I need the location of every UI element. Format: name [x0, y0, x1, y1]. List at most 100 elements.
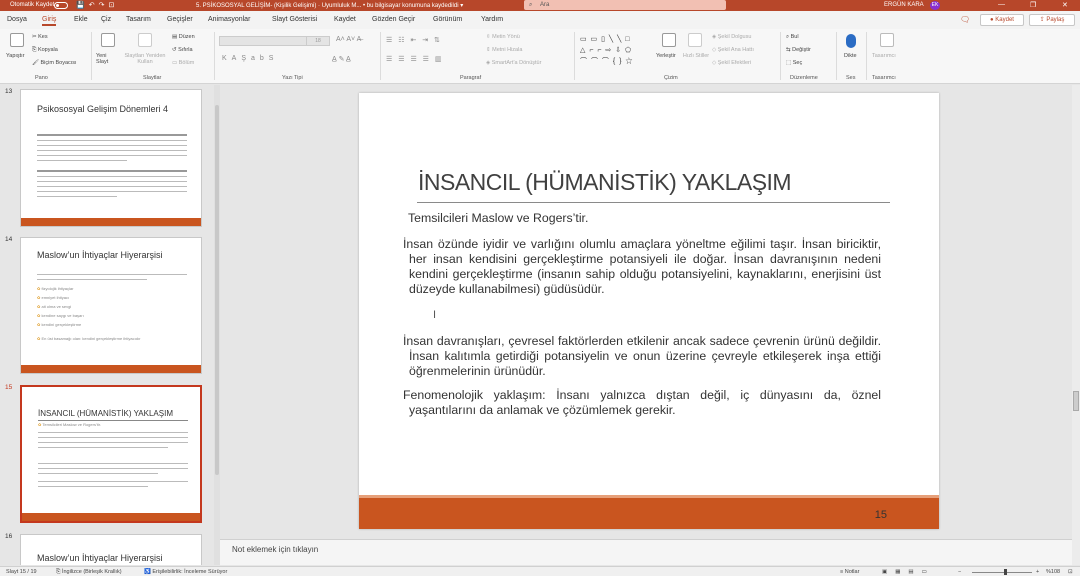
- language-status[interactable]: ⎘ İngilizce (Birleşik Krallık): [56, 569, 122, 576]
- slide-footer-bar: 15: [359, 495, 939, 529]
- fit-slide-icon[interactable]: ⊡: [1068, 569, 1073, 575]
- notes-button[interactable]: ≡ Notlar: [840, 569, 859, 575]
- smartart-button[interactable]: ◈ SmartArt'a Dönüştür: [486, 60, 541, 66]
- thumbnail-footer-bar: [22, 513, 200, 521]
- accessibility-status[interactable]: ♿ Erişilebilirlik: İnceleme Sürüyor: [144, 569, 227, 575]
- search-placeholder: Ara: [540, 2, 550, 8]
- arrange-icon[interactable]: [662, 33, 676, 47]
- notes-pane[interactable]: Not eklemek için tıklayın: [220, 539, 1072, 565]
- thumbnail-text: [37, 279, 147, 280]
- avatar[interactable]: EK: [930, 1, 940, 10]
- slide-paragraph-2[interactable]: İnsan özünde iyidir ve varlığını olumlu …: [403, 237, 881, 297]
- view-buttons[interactable]: ▣▦▤▭: [882, 569, 935, 575]
- replace-button[interactable]: ⇆ Değiştir: [786, 47, 811, 53]
- cut-label: Kes: [38, 34, 48, 40]
- text-direction-button[interactable]: ⇳ Metin Yönü: [486, 34, 520, 40]
- editor-scrollbar[interactable]: [1072, 85, 1080, 565]
- arrange-button[interactable]: Yerleştir: [656, 53, 676, 59]
- slide-paragraph-4[interactable]: Fenomenolojik yaklaşım: İnsanı yalnızca …: [403, 388, 881, 418]
- close-icon[interactable]: ✕: [1062, 1, 1068, 9]
- zoom-slider[interactable]: [972, 572, 1032, 573]
- shapes-gallery[interactable]: ▭ ▭ ▯ ╲ ╲ □ △ ⌐ ⌐ ⇨ ⇩ ⬠ ⌒ ⌒ ⌒ { } ☆: [580, 34, 652, 70]
- dictate-button[interactable]: Dikte: [844, 53, 857, 59]
- thumbnail-number: 15: [5, 384, 13, 391]
- designer-icon[interactable]: [880, 33, 894, 47]
- scroll-thumb[interactable]: [1073, 391, 1079, 411]
- document-title[interactable]: 5. PSİKOSOSYAL GELİŞİM- (Kişilik Gelişim…: [196, 2, 463, 9]
- new-slide-button[interactable]: Yeni Slayt: [96, 53, 120, 65]
- current-slide[interactable]: İNSANCIL (HÜMANİSTİK) YAKLAŞIM Temsilcil…: [359, 93, 939, 529]
- font-color-icon[interactable]: A̲ ✎ A̲: [332, 55, 351, 63]
- tab-giris[interactable]: Giriş: [42, 16, 57, 26]
- slide-paragraph-3[interactable]: İnsan davranışları, çevresel faktörlerde…: [403, 334, 881, 379]
- zoom-slider-handle[interactable]: [1004, 569, 1007, 575]
- thumbnail-title: İNSANCIL (HÜMANİSTİK) YAKLAŞIM: [38, 409, 173, 418]
- microphone-icon[interactable]: [846, 34, 856, 48]
- share-button[interactable]: ⇪ Paylaş: [1029, 14, 1075, 26]
- language-label: İngilizce (Birleşik Krallık): [61, 569, 122, 575]
- shape-outline-button[interactable]: ◇ Şekil Ana Hattı: [712, 47, 754, 53]
- quick-access-toolbar[interactable]: 💾↶↷⊡: [76, 1, 118, 9]
- tab-gozden-gecir[interactable]: Gözden Geçir: [372, 16, 415, 23]
- thumbnail-slide-14[interactable]: Maslow’un İhtiyaçlar Hiyerarşisi fizyolo…: [20, 237, 202, 374]
- format-painter-label: Biçim Boyacısı: [40, 60, 77, 66]
- save-button[interactable]: ● Kaydet: [980, 14, 1024, 26]
- bullets-icon[interactable]: ☰ ☷ ⇤ ⇥ ⇅: [386, 36, 442, 44]
- designer-button[interactable]: Tasarımcı: [872, 53, 896, 59]
- font-size-field[interactable]: 18: [306, 36, 330, 46]
- comment-icon[interactable]: 🗨: [960, 15, 970, 24]
- select-button[interactable]: ⬚ Seç: [786, 60, 802, 66]
- accessibility-label: Erişilebilirlik: İnceleme Sürüyor: [152, 569, 228, 575]
- slide-title[interactable]: İNSANCIL (HÜMANİSTİK) YAKLAŞIM: [418, 169, 792, 196]
- thumbnail-slide-13[interactable]: Psikososyal Gelişim Dönemleri 4: [20, 89, 202, 227]
- shape-effects-button[interactable]: ◇ Şekil Efektleri: [712, 60, 751, 66]
- tab-gorunum[interactable]: Görünüm: [433, 16, 462, 23]
- zoom-out-icon[interactable]: −: [958, 569, 961, 575]
- find-button[interactable]: ⌕ Bul: [786, 34, 799, 41]
- tab-slayt-gosterisi[interactable]: Slayt Gösterisi: [272, 16, 317, 23]
- tab-animasyonlar[interactable]: Animasyonlar: [208, 16, 250, 23]
- font-grow-icon[interactable]: A˄ A˅ A̶: [336, 36, 361, 43]
- tab-dosya[interactable]: Dosya: [7, 16, 27, 23]
- search-box[interactable]: ⌕ Ara: [524, 0, 726, 10]
- zoom-in-icon[interactable]: +: [1036, 569, 1039, 575]
- align-text-button[interactable]: ⇕ Metni Hizala: [486, 47, 522, 53]
- paste-button[interactable]: Yapıştır: [6, 53, 25, 59]
- tab-ciz[interactable]: Çiz: [101, 16, 111, 23]
- slide-thumbnail-pane[interactable]: 13 Psikososyal Gelişim Dönemleri 4 14 Ma…: [0, 85, 214, 565]
- thumbnail-text: [38, 473, 158, 474]
- reuse-slides-button[interactable]: Slaytları Yeniden Kullan: [122, 53, 168, 65]
- copy-button[interactable]: ⎘ Kopyala: [32, 47, 58, 54]
- format-painter-button[interactable]: 🖌 Biçim Boyacısı: [32, 60, 77, 66]
- slide-editor[interactable]: İNSANCIL (HÜMANİSTİK) YAKLAŞIM Temsilcil…: [220, 85, 1072, 539]
- scroll-thumb[interactable]: [215, 105, 219, 475]
- thumbnail-text: [38, 447, 168, 448]
- reuse-slides-icon: [138, 33, 152, 47]
- user-name[interactable]: ERGÜN KARA: [884, 2, 924, 8]
- slide-paragraph-1[interactable]: Temsilcileri Maslow ve Rogers’tir.: [408, 211, 886, 226]
- restore-icon[interactable]: ❐: [1030, 1, 1036, 9]
- minimize-icon[interactable]: —: [998, 1, 1005, 8]
- notes-placeholder: Not eklemek için tıklayın: [232, 545, 319, 554]
- cut-button[interactable]: ✂ Kes: [32, 34, 48, 40]
- shape-fill-button[interactable]: ◈ Şekil Dolgusu: [712, 34, 751, 40]
- tab-ekle[interactable]: Ekle: [74, 16, 88, 23]
- tab-tasarim[interactable]: Tasarım: [126, 16, 151, 23]
- section-button[interactable]: ▭ Bölüm: [172, 60, 194, 66]
- zoom-level[interactable]: %108: [1046, 569, 1060, 575]
- paste-icon[interactable]: [10, 33, 24, 47]
- tab-gecisler[interactable]: Geçişler: [167, 16, 193, 23]
- tab-kaydet[interactable]: Kaydet: [334, 16, 356, 23]
- font-style-buttons[interactable]: KAŞabS: [222, 55, 278, 62]
- new-slide-icon[interactable]: [101, 33, 115, 47]
- reset-button[interactable]: ↺ Sıfırla: [172, 47, 193, 53]
- thumbnail-slide-16[interactable]: Maslow’un İhtiyaçlar Hiyerarşisi: [20, 534, 202, 565]
- quick-styles-icon[interactable]: [688, 33, 702, 47]
- thumbnail-slide-15[interactable]: İNSANCIL (HÜMANİSTİK) YAKLAŞIM Temsilcil…: [20, 385, 202, 523]
- autosave-toggle[interactable]: [54, 2, 68, 9]
- align-icon[interactable]: ☰ ☰ ☰ ☰ ▥: [386, 55, 444, 63]
- tab-yardim[interactable]: Yardım: [481, 16, 503, 23]
- layout-button[interactable]: ▤ Düzen: [172, 34, 195, 40]
- autosave-label: Otomatik Kaydet: [10, 2, 55, 8]
- quick-styles-button[interactable]: Hızlı Stiller: [682, 53, 710, 59]
